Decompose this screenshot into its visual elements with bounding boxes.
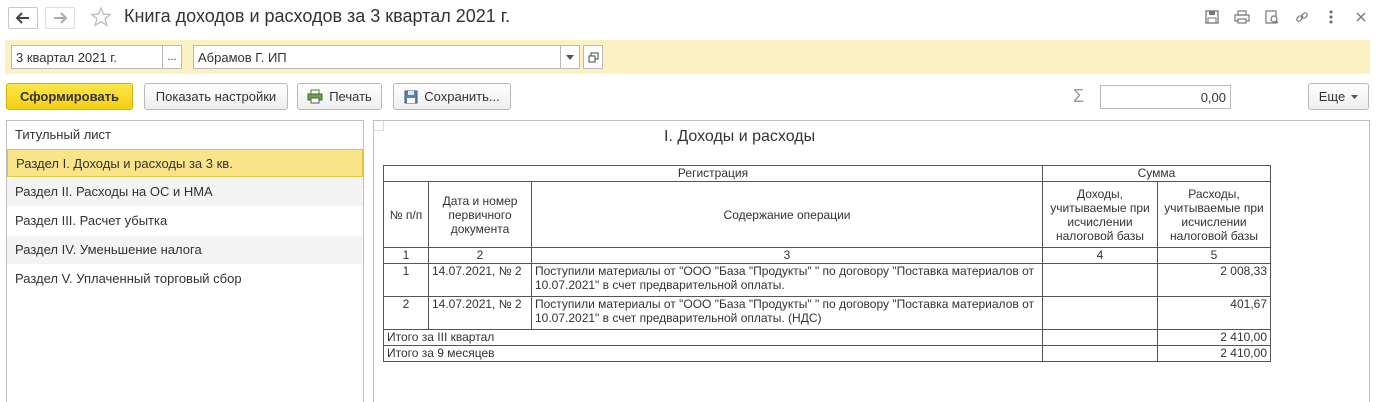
- print-button[interactable]: Печать: [297, 83, 382, 110]
- total-income: [1042, 329, 1158, 346]
- section-2-fixed-assets[interactable]: Раздел II. Расходы на ОС и НМА: [7, 178, 363, 206]
- header-expense: Расходы, учитываемые при исчислении нало…: [1157, 181, 1271, 248]
- col-number: 1: [383, 247, 429, 264]
- period-select-button[interactable]: ...: [162, 45, 182, 69]
- arrow-right-icon: [54, 12, 67, 24]
- row-content: Поступили материалы от "ООО "База "Проду…: [531, 263, 1043, 297]
- table-row[interactable]: 1 14.07.2021, № 2 Поступили материалы от…: [383, 263, 1271, 297]
- total-label: Итого за 9 месяцев: [383, 345, 1043, 362]
- col-number: 2: [428, 247, 532, 264]
- arrow-left-icon: [16, 12, 29, 24]
- row-content: Поступили материалы от "ООО "База "Проду…: [531, 296, 1043, 330]
- total-row[interactable]: Итого за III квартал 2 410,00: [383, 329, 1271, 346]
- header-registration: Регистрация: [383, 165, 1043, 182]
- row-date-doc: 14.07.2021, № 2: [428, 296, 532, 330]
- row-income: [1042, 296, 1158, 330]
- chevron-down-icon: [1351, 94, 1359, 99]
- more-actions-icon[interactable]: [1322, 8, 1340, 26]
- header-content: Содержание операции: [531, 181, 1043, 248]
- organization-input[interactable]: Абрамов Г. ИП: [193, 45, 561, 69]
- col-number: 5: [1157, 247, 1271, 264]
- window-title: Книга доходов и расходов за 3 квартал 20…: [124, 6, 511, 26]
- organization-open-button[interactable]: [583, 45, 603, 69]
- period-input[interactable]: 3 квартал 2021 г.: [11, 45, 163, 69]
- header-date-doc: Дата и номер первичного документа: [428, 181, 532, 248]
- sum-sigma-icon: Σ: [1073, 86, 1085, 106]
- link-icon[interactable]: [1293, 8, 1311, 26]
- favorite-star-icon[interactable]: [90, 6, 112, 28]
- header-sum: Сумма: [1042, 165, 1271, 182]
- open-window-icon: [587, 51, 599, 63]
- show-settings-label: Показать настройки: [155, 89, 277, 104]
- report-title: I. Доходы и расходы: [664, 128, 816, 145]
- col-number: 4: [1042, 247, 1158, 264]
- generate-button[interactable]: Сформировать: [6, 83, 133, 110]
- section-3-loss[interactable]: Раздел III. Расчет убытка: [7, 207, 363, 235]
- printer-icon: [307, 89, 323, 104]
- section-5-trade-fee[interactable]: Раздел V. Уплаченный торговый сбор: [7, 265, 363, 293]
- report-corner: [374, 121, 384, 131]
- header-income: Доходы, учитываемые при исчислении налог…: [1042, 181, 1158, 248]
- row-expense: 401,67: [1157, 296, 1271, 330]
- row-income: [1042, 263, 1158, 297]
- report-table: Регистрация Сумма № п/п Дата и номер пер…: [383, 165, 1271, 362]
- printer-icon[interactable]: [1233, 8, 1251, 26]
- table-row[interactable]: 2 14.07.2021, № 2 Поступили материалы от…: [383, 296, 1271, 330]
- section-4-tax-reduction[interactable]: Раздел IV. Уменьшение налога: [7, 236, 363, 264]
- total-expense: 2 410,00: [1157, 329, 1271, 346]
- save-button[interactable]: Сохранить...: [393, 83, 511, 110]
- total-label: Итого за III квартал: [383, 329, 1043, 346]
- total-income: [1042, 345, 1158, 362]
- sum-field[interactable]: 0,00: [1100, 85, 1231, 109]
- close-icon[interactable]: [1352, 8, 1370, 26]
- total-row[interactable]: Итого за 9 месяцев 2 410,00: [383, 345, 1271, 362]
- header-num: № п/п: [383, 181, 429, 248]
- show-settings-button[interactable]: Показать настройки: [144, 83, 288, 110]
- section-title-page[interactable]: Титульный лист: [7, 121, 363, 149]
- generate-button-label: Сформировать: [19, 89, 120, 104]
- more-button[interactable]: Еще: [1308, 83, 1369, 110]
- chevron-down-icon: [566, 54, 574, 60]
- save-button-label: Сохранить...: [424, 89, 500, 104]
- forward-button[interactable]: [45, 7, 75, 29]
- print-button-label: Печать: [329, 89, 372, 104]
- floppy-disk-icon: [404, 90, 418, 103]
- row-date-doc: 14.07.2021, № 2: [428, 263, 532, 297]
- back-button[interactable]: [8, 7, 38, 29]
- row-num: 1: [383, 263, 429, 297]
- sections-list: Титульный лист Раздел I. Доходы и расход…: [6, 120, 364, 402]
- row-expense: 2 008,33: [1157, 263, 1271, 297]
- section-1-income-expense[interactable]: Раздел I. Доходы и расходы за 3 кв.: [7, 149, 363, 177]
- total-expense: 2 410,00: [1157, 345, 1271, 362]
- save-disk-icon[interactable]: [1203, 8, 1221, 26]
- col-number: 3: [531, 247, 1043, 264]
- row-num: 2: [383, 296, 429, 330]
- organization-dropdown-button[interactable]: [560, 45, 580, 69]
- more-button-label: Еще: [1318, 89, 1346, 104]
- preview-icon[interactable]: [1263, 8, 1281, 26]
